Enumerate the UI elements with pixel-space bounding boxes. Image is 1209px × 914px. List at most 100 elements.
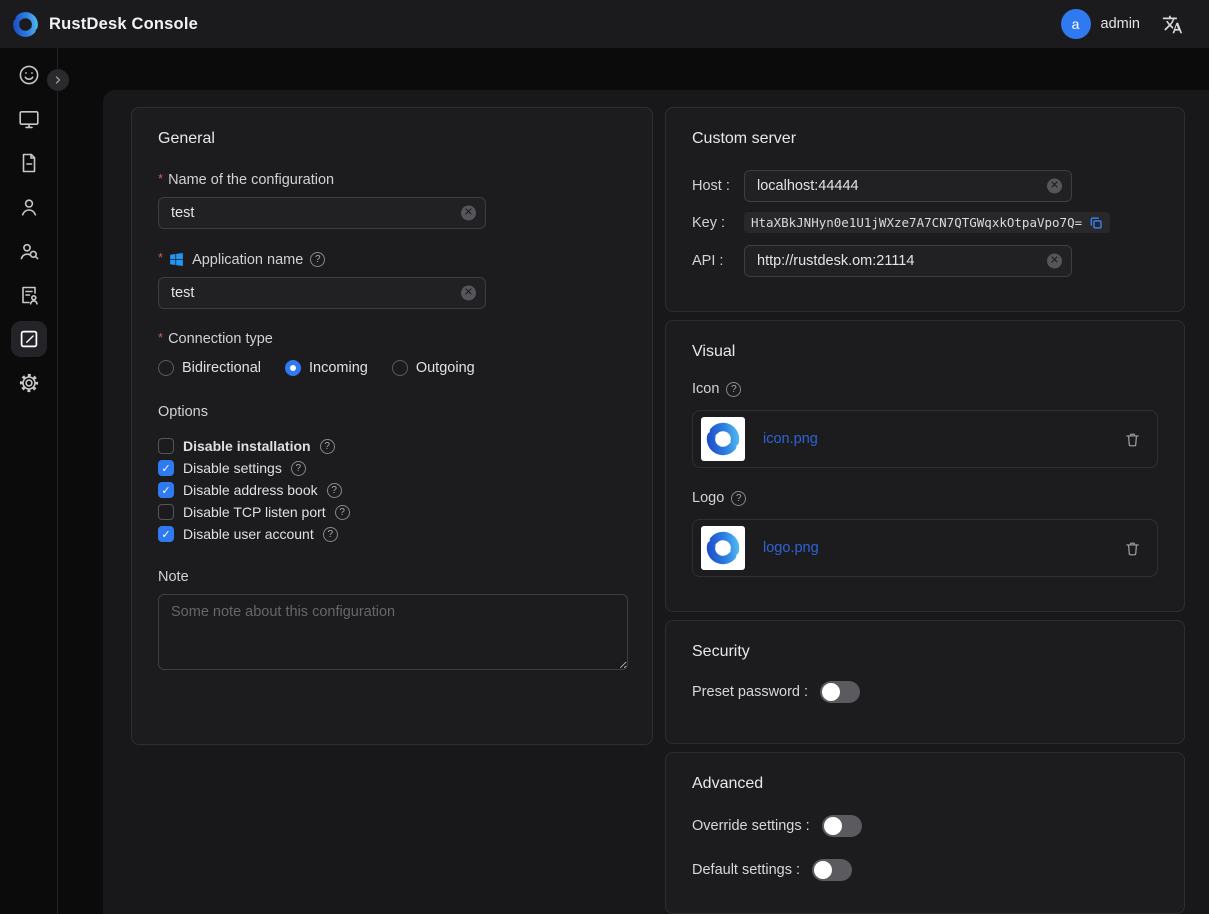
radio-outgoing[interactable]: Outgoing [392,360,475,376]
sidebar-item-devices[interactable] [11,101,47,137]
app-name-input[interactable] [158,277,486,309]
preset-password-label: Preset password : [692,684,808,700]
required-asterisk: * [158,330,163,345]
app-header: RustDesk Console a admin [0,0,1209,48]
security-card: Security Preset password : [665,620,1185,744]
host-input[interactable] [744,170,1072,202]
delete-logo-trash-icon[interactable] [1124,540,1141,557]
radio-bidirectional[interactable]: Bidirectional [158,360,261,376]
sidebar-item-audit[interactable] [11,277,47,313]
checkbox[interactable]: ✓ [158,526,174,542]
logo-help-icon[interactable]: ? [731,491,746,506]
required-asterisk: * [158,171,163,186]
advanced-card: Advanced Override settings : Default set… [665,752,1185,914]
help-icon[interactable]: ? [320,439,335,454]
sidebar-item-logs[interactable] [11,145,47,181]
config-name-label: * Name of the configuration [158,172,626,188]
override-settings-toggle[interactable] [822,815,862,837]
host-row: Host : ✕ [692,170,1158,202]
visual-title: Visual [692,343,1158,361]
help-icon[interactable]: ? [327,483,342,498]
app-name-help-icon[interactable]: ? [310,252,325,267]
avatar: a [1061,9,1091,39]
default-settings-label: Default settings : [692,862,800,878]
note-label: Note [158,569,626,585]
default-settings-row: Default settings : [692,859,1158,881]
sidebar [0,48,58,914]
connection-type-label: * Connection type [158,331,626,347]
host-label: Host : [692,178,744,194]
checkbox[interactable]: ✓ [158,482,174,498]
checkbox[interactable]: ✓ [158,460,174,476]
config-name-field: ✕ [158,197,486,229]
option-disable-address-book: ✓ Disable address book ? [158,479,626,501]
sidebar-item-users[interactable] [11,189,47,225]
sidebar-item-custom-client[interactable] [11,321,47,357]
logo-label: Logo ? [692,490,1158,506]
user-name: admin [1101,16,1141,32]
logo-upload-row: logo.png [692,519,1158,577]
general-title: General [158,130,626,148]
icon-label: Icon ? [692,381,1158,397]
icon-file-link[interactable]: icon.png [763,431,818,447]
radio-incoming[interactable]: Incoming [285,360,368,376]
sidebar-item-settings[interactable] [11,365,47,401]
radio-icon [392,360,408,376]
api-row: API : ✕ [692,245,1158,277]
host-field: ✕ [744,170,1072,202]
security-title: Security [692,643,1158,661]
user-menu[interactable]: a admin [1061,9,1141,39]
icon-upload-row: icon.png [692,410,1158,468]
help-icon[interactable]: ? [291,461,306,476]
logo-thumbnail [701,526,745,570]
clear-api-icon[interactable]: ✕ [1047,254,1062,269]
key-label: Key : [692,215,744,231]
key-chip: HtaXBkJNHyn0e1U1jWXze7A7CN7QTGWqxkOtpaVp… [744,212,1110,233]
key-value: HtaXBkJNHyn0e1U1jWXze7A7CN7QTGWqxkOtpaVp… [751,215,1082,230]
connection-type-group: Bidirectional Incoming Outgoing [158,360,626,376]
override-settings-label: Override settings : [692,818,810,834]
app-name-label: * Application name ? [158,251,626,268]
option-disable-user-account: ✓ Disable user account ? [158,523,626,545]
custom-server-card: Custom server Host : ✕ Key : HtaXBkJNHyn… [665,107,1185,312]
note-textarea[interactable] [158,594,628,670]
language-button[interactable] [1162,14,1183,35]
monitor-icon [17,107,41,131]
key-row: Key : HtaXBkJNHyn0e1U1jWXze7A7CN7QTGWqxk… [692,212,1158,233]
document-icon [17,151,41,175]
option-disable-settings: ✓ Disable settings ? [158,457,626,479]
help-icon[interactable]: ? [323,527,338,542]
delete-icon-trash-icon[interactable] [1124,431,1141,448]
clear-app-name-icon[interactable]: ✕ [461,286,476,301]
help-icon[interactable]: ? [335,505,350,520]
sidebar-item-groups[interactable] [11,233,47,269]
default-settings-toggle[interactable] [812,859,852,881]
sidebar-item-home[interactable] [11,57,47,93]
app-title: RustDesk Console [49,15,198,34]
smiley-icon [17,63,41,87]
option-disable-tcp-listen-port: ✓ Disable TCP listen port ? [158,501,626,523]
translate-icon [1162,14,1183,35]
icon-thumbnail [701,417,745,461]
document-user-icon [17,283,41,307]
checkbox[interactable]: ✓ [158,504,174,520]
clear-config-name-icon[interactable]: ✕ [461,206,476,221]
user-icon [17,195,41,219]
preset-password-toggle[interactable] [820,681,860,703]
override-settings-row: Override settings : [692,815,1158,837]
config-name-input[interactable] [158,197,486,229]
copy-icon[interactable] [1089,216,1103,230]
main-panel: General * Name of the configuration ✕ * [103,90,1209,914]
icon-help-icon[interactable]: ? [726,382,741,397]
radio-icon [285,360,301,376]
logo-file-link[interactable]: logo.png [763,540,819,556]
visual-card: Visual Icon ? icon.png [665,320,1185,612]
checkbox[interactable]: ✓ [158,438,174,454]
api-label: API : [692,253,744,269]
app-name-field: ✕ [158,277,486,309]
chevron-right-icon [52,74,64,86]
sidebar-expand-button[interactable] [47,69,69,91]
clear-host-icon[interactable]: ✕ [1047,179,1062,194]
api-input[interactable] [744,245,1072,277]
windows-icon [168,251,185,268]
